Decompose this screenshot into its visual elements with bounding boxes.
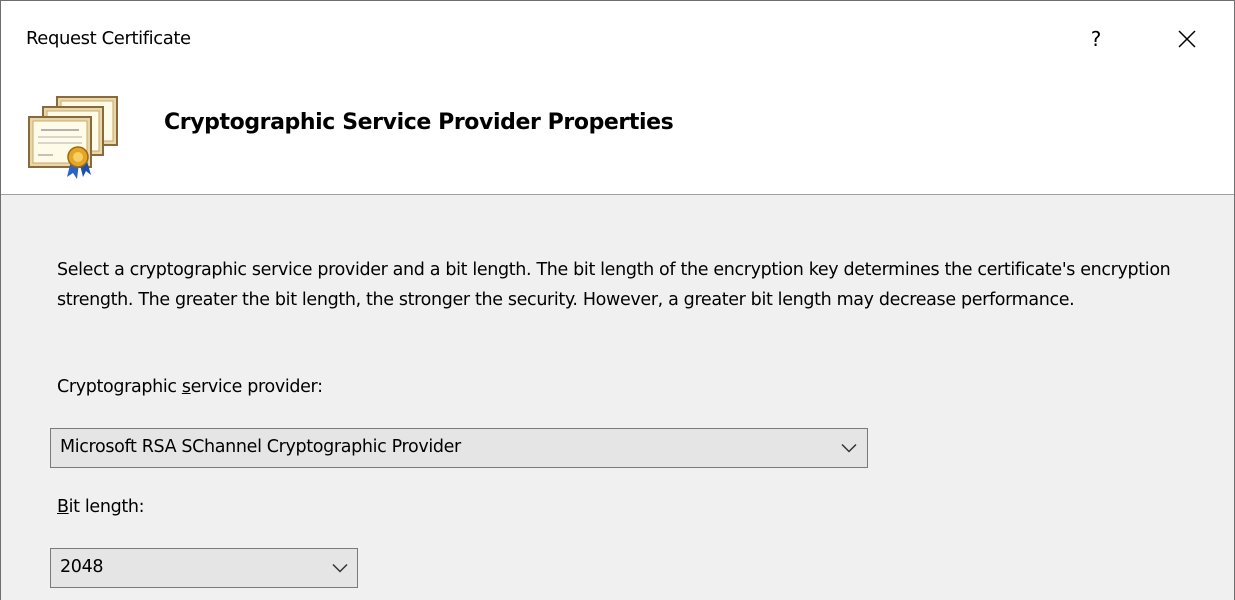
description-text: Select a cryptographic service provider …: [57, 260, 1171, 310]
csp-label-pre: Cryptographic: [57, 377, 182, 397]
bit-label-post: it length:: [68, 497, 145, 517]
dialog-content: Select a cryptographic service provider …: [1, 195, 1234, 600]
page-heading: Cryptographic Service Provider Propertie…: [164, 110, 674, 135]
help-button[interactable]: ?: [1081, 21, 1111, 57]
bit-length-label: Bit length:: [57, 497, 144, 517]
certificate-icon: [28, 96, 118, 179]
csp-label: Cryptographic service provider:: [57, 377, 323, 397]
close-icon: [1178, 30, 1196, 48]
window-title: Request Certificate: [26, 28, 191, 49]
dialog-header: Request Certificate ? Cryptographic Serv…: [1, 1, 1234, 195]
bit-length-selected-value: 2048: [60, 557, 104, 577]
csp-label-post: ervice provider:: [190, 377, 323, 397]
request-certificate-dialog: Request Certificate ? Cryptographic Serv…: [0, 0, 1235, 600]
bit-label-accelerator: B: [57, 497, 69, 517]
csp-dropdown[interactable]: Microsoft RSA SChannel Cryptographic Pro…: [50, 428, 868, 468]
close-button[interactable]: [1166, 21, 1206, 57]
chevron-down-icon: [332, 563, 348, 573]
chevron-down-icon: [841, 443, 857, 453]
csp-label-accelerator: s: [181, 377, 191, 397]
csp-selected-value: Microsoft RSA SChannel Cryptographic Pro…: [60, 437, 461, 457]
bit-length-dropdown[interactable]: 2048: [50, 548, 358, 588]
